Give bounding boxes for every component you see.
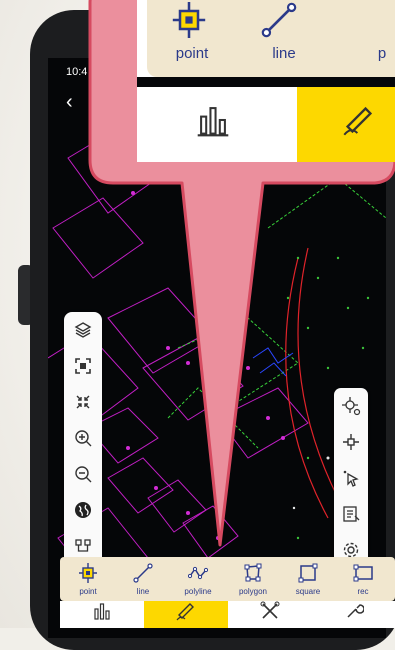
callout-tool-point-label: point xyxy=(175,45,209,62)
callout-tool-polyline[interactable]: p xyxy=(352,0,395,77)
callout-tool-polyline-label: p xyxy=(377,45,387,62)
callout-tool-line-label: line xyxy=(272,45,296,62)
callout-zoom-panel: point line p xyxy=(137,0,395,162)
callout-tool-line[interactable]: line xyxy=(259,0,349,77)
callout-survey-tab[interactable] xyxy=(137,87,297,162)
callout-tool-point[interactable]: point xyxy=(147,0,237,77)
callout-map-strip xyxy=(137,77,395,87)
callout-bottom-nav xyxy=(137,87,395,162)
callout-draw-toolbar: point line p xyxy=(147,0,395,77)
callout-draw-tab[interactable] xyxy=(297,87,395,162)
